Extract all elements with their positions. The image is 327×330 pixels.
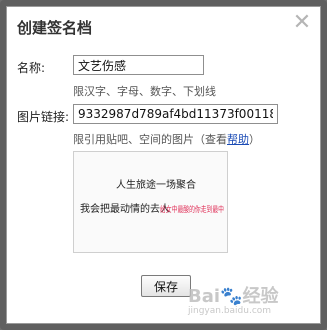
watermark-text-2: 经验 bbox=[242, 286, 279, 307]
preview-line-2-red: 给女中最酸的你走到最中 bbox=[160, 204, 224, 214]
preview-line-2-black: 我会把最动情的去人 bbox=[80, 202, 170, 215]
image-link-hint-text: 限引用贴吧、空间的图片（查看 bbox=[73, 133, 227, 146]
create-signature-dialog: 创建签名档 ✕ 名称: 限汉字、字母、数字、下划线 图片链接: 限引用贴吧、空间… bbox=[6, 6, 321, 324]
signature-preview-image: 人生旅途一场聚合 我会把最动情的去人 给女中最酸的你走到最中 bbox=[73, 151, 228, 253]
save-button[interactable]: 保存 bbox=[141, 275, 191, 297]
paw-icon: 🐾 bbox=[220, 286, 243, 307]
watermark-sub: jingyan.baidu.com bbox=[188, 306, 272, 316]
image-link-hint-suffix: ） bbox=[249, 133, 260, 146]
baidu-watermark: Bai🐾经验 jingyan.baidu.com bbox=[188, 282, 278, 316]
name-hint: 限汉字、字母、数字、下划线 bbox=[73, 85, 216, 98]
name-label: 名称: bbox=[17, 61, 46, 75]
image-link-input[interactable] bbox=[73, 104, 278, 124]
dialog-frame: 创建签名档 ✕ 名称: 限汉字、字母、数字、下划线 图片链接: 限引用贴吧、空间… bbox=[0, 0, 327, 330]
watermark-text: Bai bbox=[188, 286, 221, 307]
dialog-title: 创建签名档 bbox=[17, 19, 93, 37]
help-link[interactable]: 帮助 bbox=[227, 133, 249, 146]
image-link-hint: 限引用贴吧、空间的图片（查看帮助） bbox=[73, 131, 260, 147]
image-link-label: 图片链接: bbox=[17, 110, 70, 124]
name-input[interactable] bbox=[73, 55, 204, 75]
close-icon[interactable]: ✕ bbox=[292, 12, 312, 34]
preview-line-1: 人生旅途一场聚合 bbox=[116, 178, 196, 191]
signature-preview-graphic: 人生旅途一场聚合 我会把最动情的去人 给女中最酸的你走到最中 bbox=[80, 178, 224, 215]
